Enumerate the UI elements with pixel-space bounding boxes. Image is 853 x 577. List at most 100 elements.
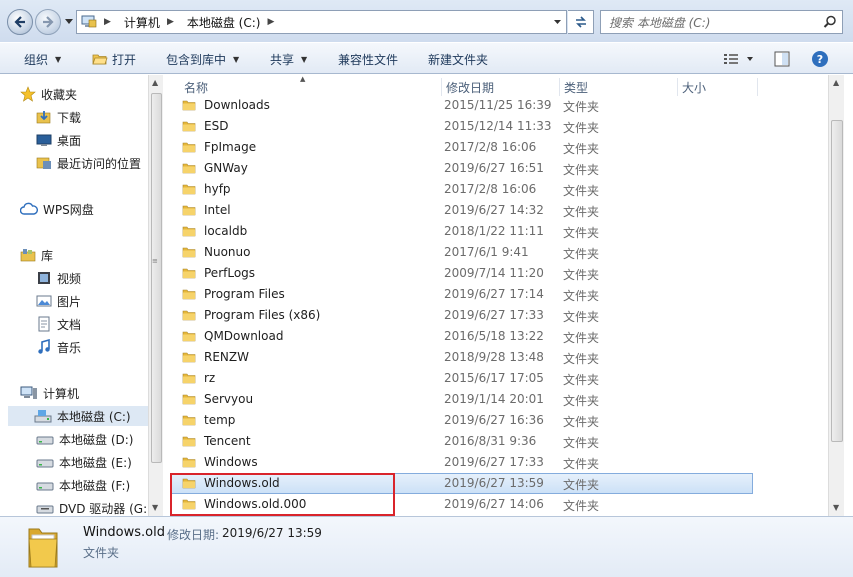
file-list-scroll-thumb[interactable]	[831, 120, 843, 442]
breadcrumb-separator[interactable]: ▶	[267, 17, 274, 27]
nav-wps-cloud[interactable]: WPS网盘	[20, 199, 94, 219]
file-row[interactable]: Tencent 2016/8/31 9:36 文件夹	[164, 431, 764, 452]
recent-pages-dropdown[interactable]	[63, 14, 75, 30]
file-name: temp	[204, 413, 236, 427]
file-name: QMDownload	[204, 329, 284, 343]
file-row[interactable]: QMDownload 2016/5/18 13:22 文件夹	[164, 326, 764, 347]
file-type: 文件夹	[563, 142, 600, 156]
share-button[interactable]: 共享 ▼	[270, 50, 307, 68]
back-button[interactable]	[7, 9, 33, 35]
nav-drive-c-label: 本地磁盘 (C:)	[57, 409, 131, 424]
file-list: ▲ 名称 修改日期 类型 大小 Downloads 2015/11/25 16:3…	[164, 75, 828, 516]
nav-documents[interactable]: 文档	[36, 314, 81, 334]
file-date: 2019/6/27 13:59	[444, 476, 544, 490]
include-in-library-button[interactable]: 包含到库中 ▼	[166, 50, 239, 68]
nav-recent-places[interactable]: 最近访问的位置	[36, 153, 141, 173]
nav-computer[interactable]: 计算机	[20, 383, 79, 403]
folder-icon	[182, 182, 196, 199]
file-name: Program Files (x86)	[204, 308, 321, 322]
documents-icon	[38, 316, 50, 332]
nav-drive-d[interactable]: 本地磁盘 (D:)	[36, 429, 133, 449]
open-button[interactable]: 打开	[92, 50, 136, 68]
file-type: 文件夹	[563, 184, 600, 198]
file-date: 2016/5/18 13:22	[444, 329, 544, 343]
file-row[interactable]: Program Files (x86) 2019/6/27 17:33 文件夹	[164, 305, 764, 326]
file-type: 文件夹	[563, 436, 600, 450]
folder-icon	[182, 224, 196, 241]
open-folder-icon	[92, 54, 108, 65]
nav-drive-g[interactable]: DVD 驱动器 (G:)	[36, 498, 148, 516]
column-header-size[interactable]: 大小	[678, 78, 758, 96]
file-date: 2019/6/27 16:51	[444, 161, 544, 175]
file-row[interactable]: Intel 2019/6/27 14:32 文件夹	[164, 200, 764, 221]
file-row[interactable]: ESD 2015/12/14 11:33 文件夹	[164, 116, 764, 137]
scroll-up-arrow-icon[interactable]: ▲	[833, 78, 839, 87]
nav-favorites[interactable]: 收藏夹	[20, 84, 77, 104]
nav-favorites-label: 收藏夹	[41, 87, 78, 102]
organize-button[interactable]: 组织 ▼	[24, 50, 61, 68]
file-row[interactable]: PerfLogs 2009/7/14 11:20 文件夹	[164, 263, 764, 284]
preview-pane-button[interactable]	[772, 49, 792, 72]
view-options-button[interactable]	[722, 49, 758, 72]
nav-pictures[interactable]: 图片	[36, 291, 81, 311]
nav-music[interactable]: 音乐	[36, 337, 81, 357]
nav-scroll-thumb[interactable]	[151, 93, 162, 463]
file-row[interactable]: temp 2019/6/27 16:36 文件夹	[164, 410, 764, 431]
file-row[interactable]: Nuonuo 2017/6/1 9:41 文件夹	[164, 242, 764, 263]
command-bar: 组织 ▼ 打开 包含到库中 ▼ 共享 ▼ 兼容性文件 新建文件夹 ?	[0, 42, 853, 74]
nav-downloads[interactable]: 下载	[36, 107, 81, 127]
column-name-label: 名称	[184, 80, 209, 95]
address-bar[interactable]: ▶ 计算机 ▶ 本地磁盘 (C:) ▶	[76, 10, 567, 34]
file-row[interactable]: localdb 2018/1/22 11:11 文件夹	[164, 221, 764, 242]
column-header-date[interactable]: 修改日期	[442, 78, 560, 96]
scroll-down-arrow-icon[interactable]: ▼	[833, 503, 839, 512]
nav-libraries[interactable]: 库	[20, 245, 53, 265]
forward-button[interactable]	[35, 9, 61, 35]
nav-drive-f-label: 本地磁盘 (F:)	[59, 478, 131, 493]
nav-drive-f[interactable]: 本地磁盘 (F:)	[36, 475, 130, 495]
file-name: hyfp	[204, 182, 231, 196]
file-row[interactable]: Program Files 2019/6/27 17:14 文件夹	[164, 284, 764, 305]
file-date: 2019/6/27 17:33	[444, 308, 544, 322]
nav-drive-c[interactable]: 本地磁盘 (C:)	[8, 406, 148, 426]
folder-icon	[182, 245, 196, 262]
file-row[interactable]: RENZW 2018/9/28 13:48 文件夹	[164, 347, 764, 368]
column-header-name[interactable]: 名称	[180, 78, 442, 96]
nav-scrollbar[interactable]: ▲ ≡ ▼	[148, 75, 163, 516]
file-row[interactable]: hyfp 2017/2/8 16:06 文件夹	[164, 179, 764, 200]
file-date: 2018/9/28 13:48	[444, 350, 544, 364]
file-row[interactable]: GNWay 2019/6/27 16:51 文件夹	[164, 158, 764, 179]
file-list-scrollbar[interactable]: ▲ ▼	[828, 75, 844, 516]
nav-pictures-label: 图片	[57, 294, 82, 309]
file-name: Nuonuo	[204, 245, 251, 259]
address-history-dropdown[interactable]	[553, 15, 562, 32]
file-row[interactable]: Windows 2019/6/27 17:33 文件夹	[164, 452, 764, 473]
file-date: 2015/12/14 11:33	[444, 119, 552, 133]
nav-drive-e[interactable]: 本地磁盘 (E:)	[36, 452, 132, 472]
breadcrumb-separator[interactable]: ▶	[167, 17, 174, 27]
file-row[interactable]: Servyou 2019/1/14 20:01 文件夹	[164, 389, 764, 410]
help-icon: ?	[812, 51, 828, 67]
help-button[interactable]: ?	[810, 49, 830, 72]
file-row[interactable]: Downloads 2015/11/25 16:39 文件夹	[164, 95, 764, 116]
compat-files-button[interactable]: 兼容性文件	[338, 50, 398, 68]
breadcrumb-separator[interactable]: ▶	[104, 17, 111, 27]
breadcrumb-drive-c[interactable]: 本地磁盘 (C:)	[187, 14, 261, 31]
file-row[interactable]: FpImage 2017/2/8 16:06 文件夹	[164, 137, 764, 158]
breadcrumb-computer[interactable]: 计算机	[124, 14, 160, 31]
nav-videos[interactable]: 视频	[36, 268, 81, 288]
scroll-up-arrow-icon[interactable]: ▲	[152, 78, 158, 87]
search-icon[interactable]	[823, 15, 837, 32]
file-type: 文件夹	[563, 373, 600, 387]
file-row[interactable]: rz 2015/6/17 17:05 文件夹	[164, 368, 764, 389]
column-header-type[interactable]: 类型	[560, 78, 678, 96]
refresh-button[interactable]	[568, 10, 594, 34]
scroll-down-arrow-icon[interactable]: ▼	[152, 503, 158, 512]
desktop-icon	[36, 134, 52, 146]
folder-icon	[182, 266, 196, 283]
file-name: Intel	[204, 203, 231, 217]
search-placeholder: 搜索 本地磁盘 (C:)	[609, 15, 711, 30]
new-folder-button[interactable]: 新建文件夹	[428, 50, 488, 68]
search-input[interactable]: 搜索 本地磁盘 (C:)	[600, 10, 843, 34]
nav-desktop[interactable]: 桌面	[36, 130, 81, 150]
